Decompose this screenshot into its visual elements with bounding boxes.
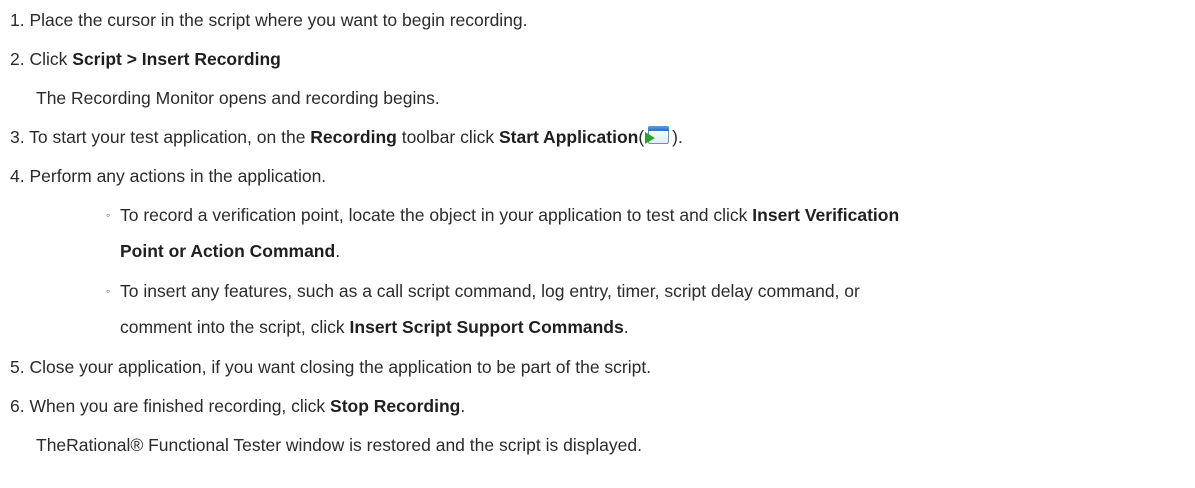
step-text-pre: When you are finished recording, click	[29, 396, 331, 416]
bullet-icon: ◦	[106, 284, 111, 298]
command-name: Stop Recording	[330, 396, 461, 416]
step-text-mid: toolbar click	[396, 127, 499, 147]
command-name: Start Application	[498, 127, 639, 147]
step-text-pre: To start your test application, on the	[29, 127, 311, 147]
step-2-note: The Recording Monitor opens and recordin…	[36, 88, 440, 108]
step-text: Perform any actions in the application.	[29, 166, 327, 186]
step-number: 3.	[10, 127, 25, 147]
step-number: 2.	[10, 49, 25, 69]
bullet-icon: ◦	[106, 208, 111, 222]
menu-path: Script > Insert Recording	[72, 49, 281, 69]
substep-2-line-2: comment into the script, click Insert Sc…	[120, 317, 629, 337]
step-number: 1.	[10, 10, 25, 30]
toolbar-name: Recording	[310, 127, 397, 147]
step-6: 6. When you are finished recording, clic…	[10, 396, 466, 416]
step-3: 3. To start your test application, on th…	[10, 125, 683, 147]
start-application-icon	[645, 125, 671, 147]
step-text-pre: Click	[29, 49, 73, 69]
substep-2-line-1: ◦ To insert any features, such as a call …	[106, 281, 860, 301]
step-2: 2. Click Script > Insert Recording	[10, 47, 281, 71]
step-number: 6.	[10, 396, 25, 416]
substep-1-line-1: ◦ To record a verification point, locate …	[106, 205, 900, 225]
step-5: 5. Close your application, if you want c…	[10, 355, 651, 379]
step-4: 4. Perform any actions in the applicatio…	[10, 164, 326, 188]
step-6-note: TheRational® Functional Tester window is…	[36, 435, 642, 455]
step-number: 5.	[10, 357, 25, 377]
step-text: Close your application, if you want clos…	[29, 357, 652, 377]
step-number: 4.	[10, 166, 25, 186]
substep-1-line-2: Point or Action Command.	[120, 241, 341, 261]
step-text: Place the cursor in the script where you…	[29, 10, 528, 30]
step-1: 1. Place the cursor in the script where …	[10, 8, 528, 32]
